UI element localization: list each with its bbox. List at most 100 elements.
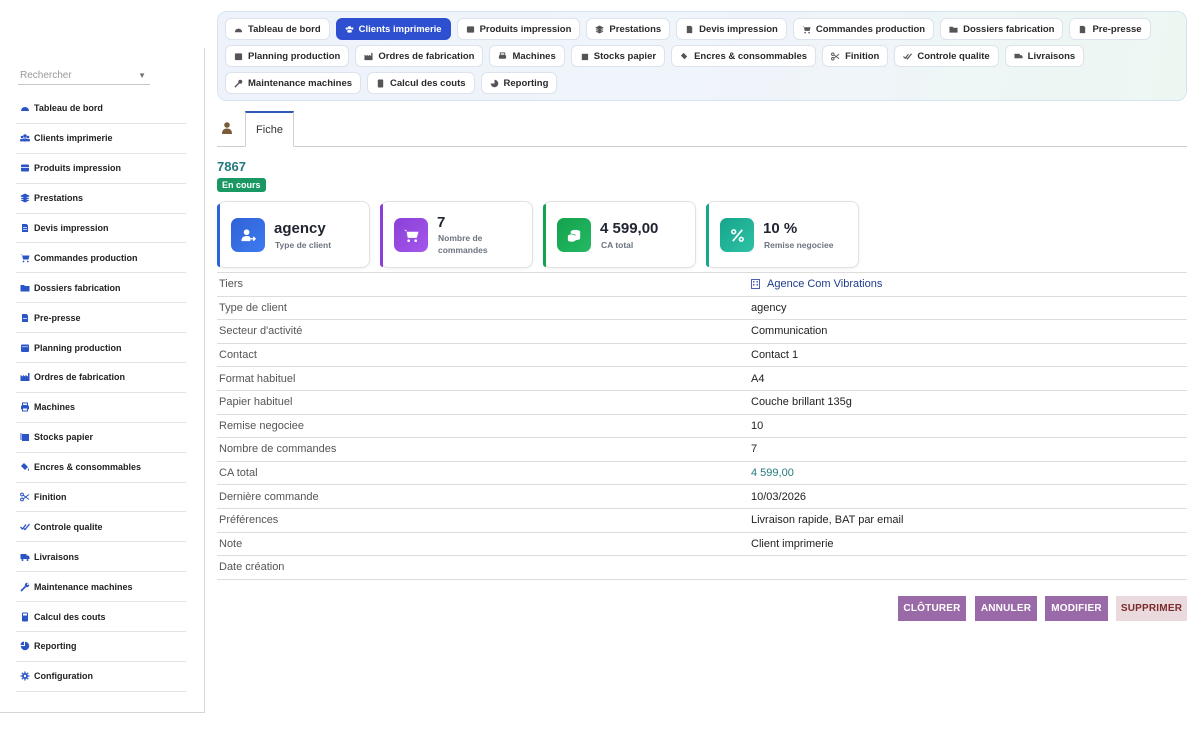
nav-prestations[interactable]: Prestations	[586, 18, 671, 40]
sidebar-item-livraisons[interactable]: Livraisons	[16, 542, 186, 573]
tab-fiche[interactable]: Fiche	[245, 111, 294, 147]
nav-pre-presse[interactable]: Pre-presse	[1069, 18, 1151, 40]
file-icon	[16, 223, 34, 233]
detail-value: Client imprimerie	[751, 537, 834, 550]
detail-row-secteur: Secteur d'activité Communication	[217, 320, 1187, 344]
sidebar-item-clients-imprimerie[interactable]: Clients imprimerie	[16, 124, 186, 154]
user-icon[interactable]	[221, 121, 233, 135]
record-tabs: Fiche	[217, 111, 1187, 147]
nav-label: Planning production	[248, 50, 341, 62]
percent-icon	[720, 218, 754, 252]
cancel-button[interactable]: ANNULER	[975, 596, 1037, 621]
chevron-down-icon[interactable]: ▼	[138, 67, 146, 85]
calculator-icon	[16, 612, 34, 622]
nav-controle-qualite[interactable]: Controle qualite	[894, 45, 999, 67]
close-button[interactable]: CLÔTURER	[898, 596, 966, 621]
sidebar-item-planning-production[interactable]: Planning production	[16, 333, 186, 364]
sidebar-item-produits-impression[interactable]: Produits impression	[16, 154, 186, 184]
sidebar-item-calcul-des-couts[interactable]: Calcul des couts	[16, 602, 186, 633]
nav-dossiers-fabrication[interactable]: Dossiers fabrication	[940, 18, 1064, 40]
sidebar-item-label: Dossiers fabrication	[34, 282, 121, 293]
nav-label: Controle qualite	[917, 50, 990, 62]
detail-value: 10/03/2026	[751, 490, 807, 503]
sidebar-item-encres-consommables[interactable]: Encres & consommables	[16, 453, 186, 483]
nav-devis-impression[interactable]: Devis impression	[676, 18, 787, 40]
sidebar-item-finition[interactable]: Finition	[16, 483, 186, 513]
delete-button[interactable]: SUPPRIMER	[1116, 596, 1187, 621]
nav-tableau-de-bord[interactable]: Tableau de bord	[225, 18, 330, 40]
nav-machines[interactable]: Machines	[489, 45, 565, 67]
sidebar-item-pre-presse[interactable]: Pre-presse	[16, 303, 186, 334]
nav-commandes-production[interactable]: Commandes production	[792, 18, 935, 40]
detail-row-contact: Contact Contact 1	[217, 344, 1187, 368]
sidebar-item-prestations[interactable]: Prestations	[16, 184, 186, 214]
sidebar-item-label: Prestations	[34, 193, 84, 204]
sidebar-item-commandes-production[interactable]: Commandes production	[16, 243, 186, 274]
nav-finition[interactable]: Finition	[822, 45, 889, 67]
cart-icon	[802, 25, 811, 34]
sidebar-item-dossiers-fabrication[interactable]: Dossiers fabrication	[16, 273, 186, 304]
user-arrow-icon	[231, 218, 265, 252]
modify-button[interactable]: MODIFIER	[1045, 596, 1108, 621]
sidebar-item-controle-qualite[interactable]: Controle qualite	[16, 512, 186, 543]
file-icon	[685, 25, 694, 34]
detail-row-remise: Remise negociee 10	[217, 415, 1187, 439]
sidebar-item-label: Machines	[34, 402, 76, 413]
detail-row-type-client: Type de client agency	[217, 297, 1187, 321]
sidebar-item-tableau-de-bord[interactable]: Tableau de bord	[16, 94, 186, 124]
search-input[interactable]: Rechercher ▼	[18, 67, 150, 85]
top-navigation: Tableau de bord Clients imprimerie Produ…	[217, 11, 1187, 101]
nav-stocks-papier[interactable]: Stocks papier	[570, 45, 666, 67]
sidebar-item-label: Produits impression	[34, 163, 122, 174]
calendar-icon	[234, 52, 243, 61]
kpi-value: 10 %	[763, 220, 798, 237]
nav-ordres-de-fabrication[interactable]: Ordres de fabrication	[355, 45, 484, 67]
sidebar-item-label: Tableau de bord	[34, 103, 103, 114]
nav-livraisons[interactable]: Livraisons	[1004, 45, 1085, 67]
sidebar-item-label: Livraisons	[34, 551, 80, 562]
detail-key: Préférences	[219, 514, 279, 527]
nav-encres-consommables[interactable]: Encres & consommables	[671, 45, 817, 67]
nav-label: Maintenance machines	[248, 77, 353, 89]
gear-icon	[16, 671, 34, 681]
printer-icon	[16, 402, 34, 412]
sidebar-item-label: Devis impression	[34, 223, 109, 233]
detail-key: Date création	[219, 561, 285, 574]
building-icon	[751, 279, 760, 290]
nav-label: Commandes production	[815, 23, 926, 35]
nav-produits-impression[interactable]: Produits impression	[456, 18, 581, 40]
sidebar-item-devis-impression[interactable]: Devis impression	[16, 214, 186, 244]
pie-chart-icon	[490, 79, 499, 88]
paper-stack-icon	[16, 432, 34, 442]
sidebar-item-ordres-de-fabrication[interactable]: Ordres de fabrication	[16, 363, 186, 393]
kpi-accent-bar	[380, 204, 383, 267]
sidebar-item-machines[interactable]: Machines	[16, 393, 186, 423]
users-icon	[16, 133, 34, 143]
sidebar-item-maintenance-machines[interactable]: Maintenance machines	[16, 572, 186, 603]
sidebar-item-stocks-papier[interactable]: Stocks papier	[16, 423, 186, 453]
nav-planning-production[interactable]: Planning production	[225, 45, 350, 67]
nav-label: Finition	[845, 50, 880, 62]
detail-value: Communication	[751, 325, 828, 338]
scissors-icon	[16, 492, 34, 502]
detail-row-nombre-commandes: Nombre de commandes 7	[217, 438, 1187, 462]
detail-key: Remise negociee	[219, 419, 304, 432]
sidebar-item-configuration[interactable]: Configuration	[16, 662, 186, 692]
record-ref: 7867	[217, 159, 246, 174]
nav-label: Clients imprimerie	[358, 23, 442, 35]
detail-row-note: Note Client imprimerie	[217, 533, 1187, 557]
detail-value: Agence Com Vibrations	[767, 278, 883, 291]
paper-stack-icon	[580, 52, 589, 61]
sidebar-item-label: Clients imprimerie	[34, 133, 113, 144]
detail-value: A4	[751, 372, 765, 385]
nav-reporting[interactable]: Reporting	[480, 72, 558, 94]
nav-label: Encres & consommables	[694, 50, 808, 62]
nav-label: Tableau de bord	[248, 23, 321, 35]
nav-clients-imprimerie[interactable]: Clients imprimerie	[335, 18, 451, 40]
sidebar-item-reporting[interactable]: Reporting	[16, 632, 186, 662]
tiers-link[interactable]: Agence Com Vibrations	[751, 278, 882, 290]
nav-label: Reporting	[503, 77, 549, 89]
nav-maintenance-machines[interactable]: Maintenance machines	[225, 72, 362, 94]
kpi-label: CA total	[601, 240, 634, 250]
nav-calcul-des-couts[interactable]: Calcul des couts	[367, 72, 475, 94]
